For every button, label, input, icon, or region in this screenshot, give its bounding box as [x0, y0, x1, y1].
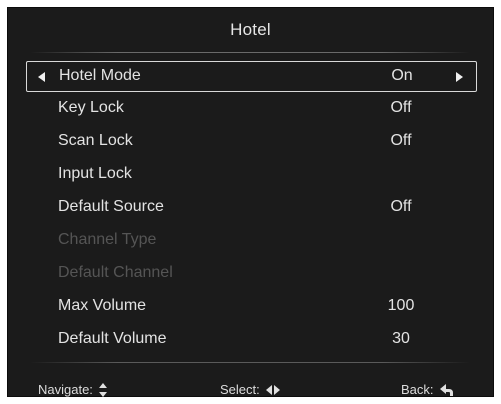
menu-item-label: Default Volume [58, 330, 167, 347]
menu-item-label: Key Lock [58, 99, 124, 116]
menu-item-label: Default Channel [58, 264, 173, 281]
menu-item-label: Channel Type [58, 231, 157, 248]
menu-item-value: Off [390, 99, 412, 116]
menu-item-value: 30 [392, 330, 410, 347]
menu-item-label: Input Lock [58, 165, 132, 182]
menu-item-hotel-mode[interactable]: Hotel Mode On [26, 61, 477, 92]
menu-item-label: Scan Lock [58, 132, 133, 149]
menu-item-channel-type: Channel Type [26, 226, 477, 257]
select-hint: Select: [220, 382, 280, 397]
menu-title: Hotel [230, 20, 271, 39]
menu-item-value: Off [390, 198, 412, 215]
navigate-hint-label: Navigate: [38, 382, 93, 397]
menu-item-value: On [391, 67, 413, 84]
menu-item-label: Hotel Mode [59, 67, 141, 84]
menu-item-default-volume[interactable]: Default Volume 30 [26, 325, 477, 356]
menu-item-key-lock[interactable]: Key Lock Off [26, 94, 477, 125]
menu-item-default-channel: Default Channel [26, 259, 477, 290]
menu-item-input-lock[interactable]: Input Lock [26, 160, 477, 191]
navigate-hint: Navigate: [38, 382, 107, 397]
footer-divider [30, 362, 470, 363]
menu-item-label: Default Source [58, 198, 164, 215]
back-arrow-icon [439, 383, 454, 396]
menu-item-label: Max Volume [58, 297, 147, 314]
arrow-right-icon[interactable] [456, 72, 463, 82]
menu-item-value: 100 [387, 297, 415, 314]
select-hint-label: Select: [220, 382, 260, 397]
title-divider [30, 52, 470, 53]
up-down-arrows-icon [98, 382, 107, 397]
arrow-left-icon[interactable] [38, 72, 45, 82]
back-hint: Back: [401, 382, 454, 397]
menu-item-max-volume[interactable]: Max Volume 100 [26, 292, 477, 323]
back-hint-label: Back: [401, 382, 434, 397]
menu-item-value: Off [390, 132, 412, 149]
left-right-arrows-icon [265, 384, 280, 395]
menu-item-default-source[interactable]: Default Source Off [26, 193, 477, 224]
hotel-menu-panel: Hotel Hotel Mode On Key Lock Off Scan Lo… [7, 7, 494, 397]
menu-item-scan-lock[interactable]: Scan Lock Off [26, 127, 477, 158]
